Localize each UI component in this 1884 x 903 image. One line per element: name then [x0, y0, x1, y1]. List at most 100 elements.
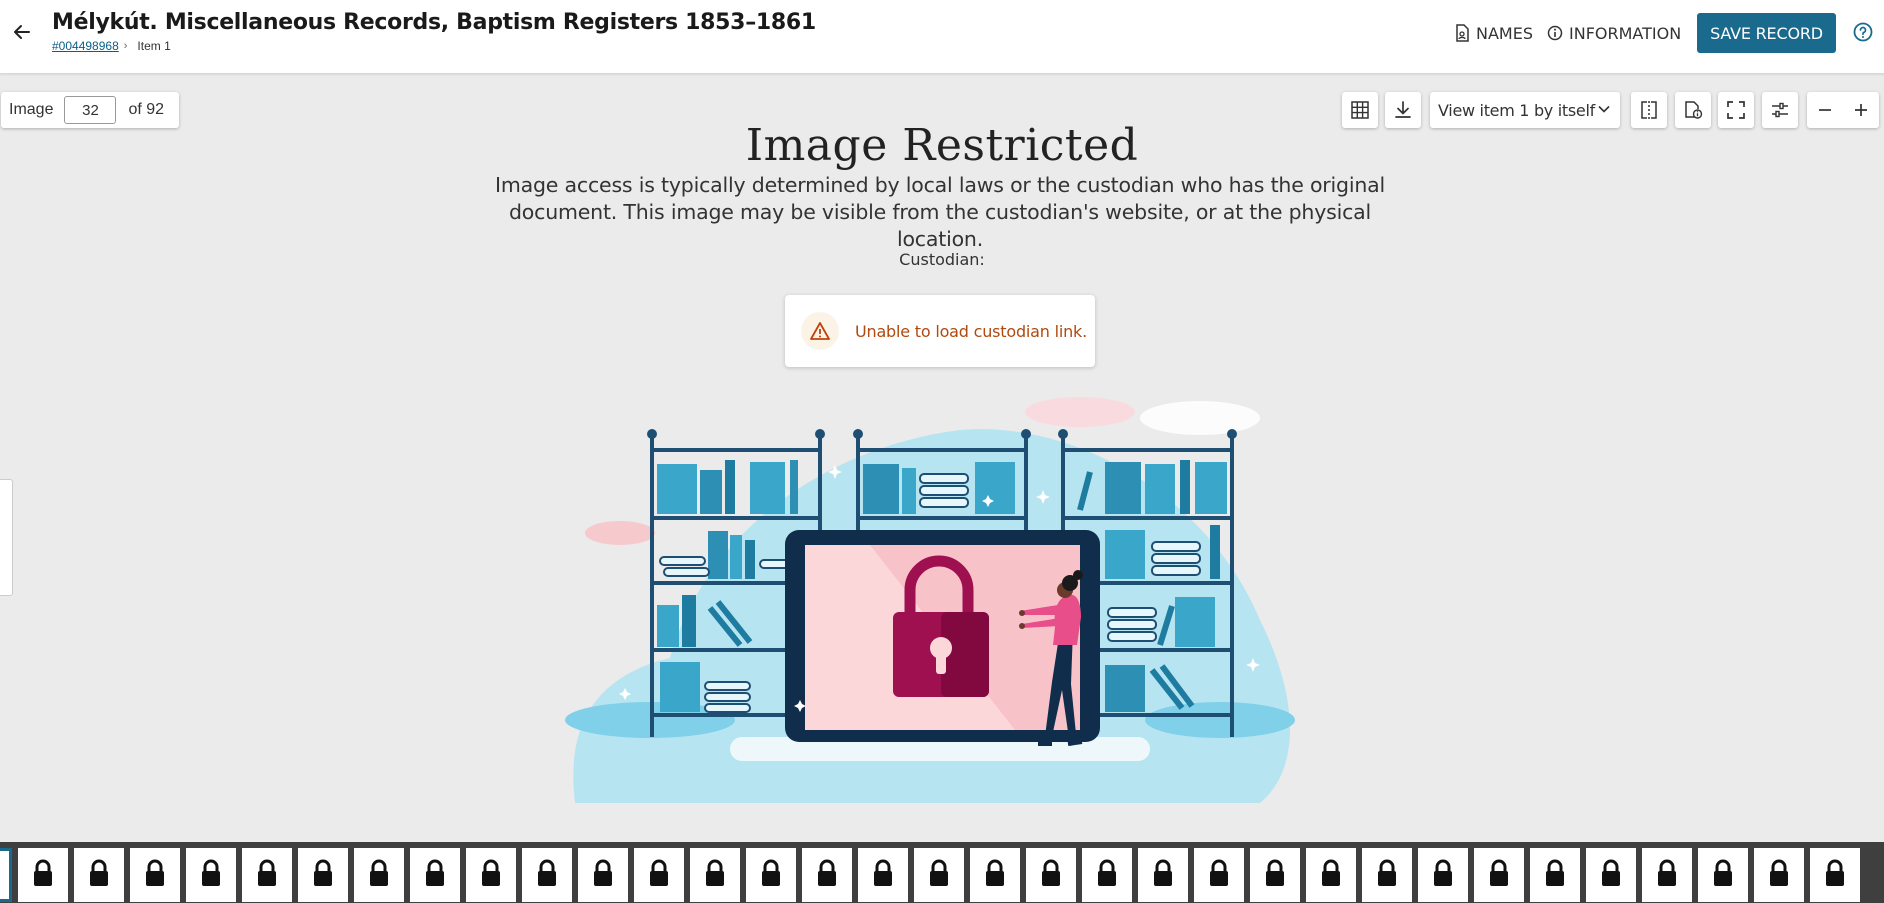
- filmstrip-thumbnail[interactable]: [1586, 848, 1636, 902]
- warning-icon: [810, 322, 830, 340]
- lock-icon: [1487, 858, 1511, 893]
- filmstrip-thumbnail[interactable]: [130, 848, 180, 902]
- filmstrip-thumbnail[interactable]: [1194, 848, 1244, 902]
- minus-icon: [1819, 109, 1831, 111]
- filmstrip-thumbnail[interactable]: [1418, 848, 1468, 902]
- lock-icon: [367, 858, 391, 893]
- filmstrip-thumbnail[interactable]: [914, 848, 964, 902]
- alert-text: Unable to load custodian link.: [855, 321, 1087, 341]
- lock-icon: [1543, 858, 1567, 893]
- filmstrip-thumbnail[interactable]: [1810, 848, 1860, 902]
- filmstrip-thumbnail[interactable]: [746, 848, 796, 902]
- plus-icon: [1855, 104, 1867, 116]
- save-record-button[interactable]: SAVE RECORD: [1697, 13, 1836, 53]
- side-panel-tab[interactable]: [0, 479, 13, 596]
- view-item-value: View item 1 by itself: [1438, 100, 1595, 120]
- split-view-icon: [1641, 101, 1657, 119]
- filmstrip-thumbnail[interactable]: [1474, 848, 1524, 902]
- lock-icon: [1431, 858, 1455, 893]
- lock-icon: [815, 858, 839, 893]
- image-total: of 92: [128, 101, 165, 118]
- info-icon: [1547, 25, 1563, 41]
- lock-icon: [1823, 858, 1847, 893]
- back-button[interactable]: [6, 16, 38, 48]
- filmstrip-thumbnail[interactable]: [466, 848, 516, 902]
- lock-icon: [199, 858, 223, 893]
- custodian-label: Custodian:: [899, 250, 985, 269]
- lock-icon: [1599, 858, 1623, 893]
- thumbnail-filmstrip[interactable]: [0, 842, 1884, 903]
- filmstrip-thumbnail[interactable]: [1754, 848, 1804, 902]
- filmstrip-thumbnail[interactable]: [354, 848, 404, 902]
- lock-icon: [1767, 858, 1791, 893]
- lock-icon: [423, 858, 447, 893]
- document-info-icon: [1685, 101, 1703, 119]
- filmstrip-thumbnail[interactable]: [186, 848, 236, 902]
- lock-icon: [143, 858, 167, 893]
- filmstrip-thumbnail[interactable]: [1698, 848, 1748, 902]
- alert-icon-wrap: [801, 312, 839, 350]
- grid-icon: [1351, 101, 1369, 119]
- filmstrip-thumbnail[interactable]: [634, 848, 684, 902]
- filmstrip-thumbnail[interactable]: [1138, 848, 1188, 902]
- filmstrip-thumbnail[interactable]: [1306, 848, 1356, 902]
- filmstrip-thumbnail[interactable]: [522, 848, 572, 902]
- item-crumb: Item 1: [137, 39, 171, 53]
- filmstrip-thumbnail[interactable]: [74, 848, 124, 902]
- filmstrip-thumbnail[interactable]: [802, 848, 852, 902]
- filmstrip-thumbnail[interactable]: [1642, 848, 1692, 902]
- filmstrip-thumbnail[interactable]: [1530, 848, 1580, 902]
- lock-icon: [927, 858, 951, 893]
- lock-icon: [1711, 858, 1735, 893]
- lock-icon: [703, 858, 727, 893]
- lock-icon: [1375, 858, 1399, 893]
- filmstrip-thumbnail[interactable]: [18, 848, 68, 902]
- lock-icon: [535, 858, 559, 893]
- chevron-right-icon: ›: [123, 40, 128, 52]
- lock-icon: [1655, 858, 1679, 893]
- chevron-down-icon: [1598, 105, 1610, 113]
- filmstrip-thumbnail[interactable]: [1026, 848, 1076, 902]
- download-icon: [1395, 101, 1411, 118]
- information-button[interactable]: INFORMATION: [1547, 22, 1681, 44]
- filmstrip-thumbnail[interactable]: [1250, 848, 1300, 902]
- sliders-icon: [1772, 102, 1788, 118]
- fullscreen-icon: [1727, 101, 1745, 119]
- filmstrip-thumbnail[interactable]: [0, 848, 12, 902]
- information-label: INFORMATION: [1569, 23, 1682, 43]
- lock-icon: [1095, 858, 1119, 893]
- lock-icon: [591, 858, 615, 893]
- lock-icon: [647, 858, 671, 893]
- filmstrip-thumbnail[interactable]: [410, 848, 460, 902]
- lock-icon: [759, 858, 783, 893]
- record-title: Mélykút. Miscellaneous Records, Baptism …: [52, 10, 816, 35]
- filmstrip-thumbnail[interactable]: [1082, 848, 1132, 902]
- restricted-illustration: [565, 397, 1295, 803]
- lock-icon: [31, 858, 55, 893]
- restricted-title: Image Restricted: [745, 120, 1139, 171]
- lock-icon: [1263, 858, 1287, 893]
- filmstrip-thumbnail[interactable]: [858, 848, 908, 902]
- lock-icon: [983, 858, 1007, 893]
- lock-icon: [1319, 858, 1343, 893]
- lock-icon: [311, 858, 335, 893]
- filmstrip-thumbnail[interactable]: [1362, 848, 1412, 902]
- custodian-alert: Unable to load custodian link.: [785, 295, 1095, 367]
- filmstrip-thumbnail[interactable]: [298, 848, 348, 902]
- filmstrip-thumbnail[interactable]: [690, 848, 740, 902]
- lock-icon: [871, 858, 895, 893]
- names-button[interactable]: NAMES: [1454, 22, 1533, 44]
- filmstrip-thumbnail[interactable]: [970, 848, 1020, 902]
- filmstrip-thumbnail[interactable]: [578, 848, 628, 902]
- names-label: NAMES: [1476, 23, 1533, 43]
- film-number-link[interactable]: #004498968: [52, 39, 119, 53]
- image-label: Image: [9, 101, 54, 118]
- lock-icon: [479, 858, 503, 893]
- lock-icon: [1151, 858, 1175, 893]
- filmstrip-thumbnail[interactable]: [242, 848, 292, 902]
- help-icon[interactable]: [1853, 22, 1873, 42]
- lock-icon: [1039, 858, 1063, 893]
- lock-icon: [87, 858, 111, 893]
- breadcrumb: #004498968 › Item 1: [52, 39, 171, 53]
- lock-icon: [1207, 858, 1231, 893]
